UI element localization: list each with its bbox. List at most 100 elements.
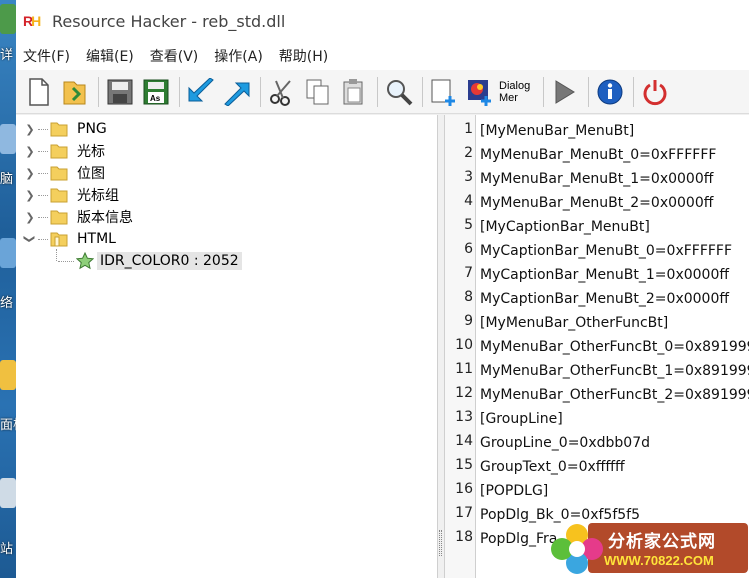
save-button[interactable]: [103, 75, 137, 109]
menu-file[interactable]: 文件(F): [22, 44, 71, 68]
title-bar[interactable]: RH Resource Hacker - reb_std.dll: [16, 0, 749, 42]
about-button[interactable]: [593, 75, 627, 109]
resource-tree[interactable]: ❯ PNG ❯ 光标 ❯ 位图 ❯ 光标组 ❯ 版本信息 ❯ HTML IDR_…: [16, 115, 438, 578]
tree-item-label: IDR_COLOR0 : 2052: [97, 252, 242, 270]
code-line[interactable]: GroupText_0=0xffffff: [480, 459, 625, 475]
scissors-icon: [270, 79, 291, 106]
chevron-down-icon[interactable]: ❯: [24, 233, 37, 245]
splitter-grip[interactable]: [439, 530, 442, 556]
folder-icon: [50, 188, 68, 203]
code-line[interactable]: MyMenuBar_MenuBt_1=0x0000ff: [480, 171, 713, 187]
code-line[interactable]: MyCaptionBar_MenuBt_2=0x0000ff: [480, 291, 729, 307]
code-line[interactable]: GroupLine_0=0xdbb07d: [480, 435, 650, 451]
line-number: 18: [455, 529, 473, 545]
folder-icon: [50, 122, 68, 137]
tree-connector: [38, 216, 48, 218]
add-blank-icon: [431, 79, 455, 106]
desktop-background: 详 脑 络 面板 站: [0, 0, 16, 578]
code-line[interactable]: MyMenuBar_MenuBt_2=0x0000ff: [480, 195, 713, 211]
tree-item-version-info[interactable]: ❯ 版本信息: [24, 206, 136, 228]
tree-item-bitmap[interactable]: ❯ 位图: [24, 162, 108, 184]
line-number: 8: [464, 289, 473, 305]
add-resource-button[interactable]: [427, 75, 461, 109]
dialog-label: Dialog: [499, 79, 531, 92]
find-button[interactable]: [382, 75, 416, 109]
new-file-button[interactable]: [22, 75, 56, 109]
compile-button[interactable]: [548, 75, 582, 109]
exit-button[interactable]: [638, 75, 672, 109]
tree-item-cursor[interactable]: ❯ 光标: [24, 140, 108, 162]
line-number: 9: [464, 313, 473, 329]
tree-item-png[interactable]: ❯ PNG: [24, 118, 110, 140]
cut-button[interactable]: [265, 75, 299, 109]
new-file-icon: [29, 77, 49, 106]
tree-item-label: 光标组: [77, 188, 119, 204]
code-line[interactable]: [MyCaptionBar_MenuBt]: [480, 219, 650, 235]
line-number: 16: [455, 481, 473, 497]
chevron-right-icon[interactable]: ❯: [24, 123, 36, 136]
code-line[interactable]: [POPDLG]: [480, 483, 548, 499]
desktop-computer-icon[interactable]: [0, 124, 16, 154]
desktop-label: 详: [0, 48, 14, 63]
save-as-button[interactable]: As: [139, 75, 173, 109]
desktop-control-panel-icon[interactable]: [0, 360, 16, 390]
save-icon: [107, 79, 133, 104]
menu-edit[interactable]: 编辑(E): [85, 44, 135, 68]
tree-item-cursor-group[interactable]: ❯ 光标组: [24, 184, 122, 206]
line-number: 3: [464, 169, 473, 185]
tree-item-html[interactable]: ❯ HTML: [24, 228, 119, 250]
chevron-right-icon[interactable]: ❯: [24, 145, 36, 158]
menu-action[interactable]: 操作(A): [213, 44, 264, 68]
desktop-recycle-bin-icon[interactable]: [0, 478, 16, 508]
code-line[interactable]: MyCaptionBar_MenuBt_0=0xFFFFFF: [480, 243, 732, 259]
tree-item-label: 位图: [77, 166, 105, 182]
dialog-menu-button[interactable]: Dialog Mer: [499, 75, 535, 109]
back-button[interactable]: [184, 75, 218, 109]
line-number: 10: [455, 337, 473, 353]
paste-button[interactable]: [337, 75, 371, 109]
chevron-right-icon[interactable]: ❯: [24, 211, 36, 224]
folder-open-icon: [50, 232, 68, 247]
toolbar-separator: [377, 76, 378, 107]
menu-label: Mer: [499, 91, 518, 104]
code-line[interactable]: MyMenuBar_MenuBt_0=0xFFFFFF: [480, 147, 716, 163]
code-editor[interactable]: 1 2 3 4 5 6 7 8 9 10 11 12 13 14 15 16 1…: [444, 115, 749, 578]
copy-button[interactable]: [301, 75, 335, 109]
power-icon: [643, 79, 667, 105]
toolbar-separator: [98, 76, 99, 107]
code-line[interactable]: [GroupLine]: [480, 411, 563, 427]
code-line[interactable]: MyMenuBar_OtherFuncBt_2=0x891999: [480, 387, 749, 403]
code-line[interactable]: MyCaptionBar_MenuBt_1=0x0000ff: [480, 267, 729, 283]
folder-icon: [50, 166, 68, 181]
info-icon: [597, 79, 623, 104]
tree-connector: [38, 238, 48, 240]
line-number-gutter: 1 2 3 4 5 6 7 8 9 10 11 12 13 14 15 16 1…: [445, 115, 476, 578]
toolbar-separator: [633, 76, 634, 107]
folder-icon: [50, 144, 68, 159]
code-line[interactable]: MyMenuBar_OtherFuncBt_1=0x891999: [480, 363, 749, 379]
toolbar-separator: [422, 76, 423, 107]
tree-connector: [38, 194, 48, 196]
chevron-right-icon[interactable]: ❯: [24, 189, 36, 202]
add-image-button[interactable]: [463, 75, 497, 109]
tree-connector: [38, 150, 48, 152]
window-title: Resource Hacker - reb_std.dll: [52, 11, 286, 31]
folder-icon: [50, 210, 68, 225]
code-line[interactable]: MyMenuBar_OtherFuncBt_0=0x891999: [480, 339, 749, 355]
code-line[interactable]: [MyMenuBar_MenuBt]: [480, 123, 634, 139]
watermark-url: WWW.70822.COM: [604, 553, 714, 568]
desktop-user-icon[interactable]: [0, 4, 16, 34]
code-line[interactable]: PopDlg_Fra: [480, 531, 557, 547]
chevron-right-icon[interactable]: ❯: [24, 167, 36, 180]
toolbar: As Dialog Mer: [16, 70, 749, 114]
tree-item-idr-color0[interactable]: IDR_COLOR0 : 2052: [56, 250, 242, 272]
desktop-network-icon[interactable]: [0, 238, 16, 268]
code-line[interactable]: [MyMenuBar_OtherFuncBt]: [480, 315, 668, 331]
toolbar-separator: [588, 76, 589, 107]
arrow-back-icon: [188, 77, 214, 101]
line-number: 15: [455, 457, 473, 473]
forward-button[interactable]: [220, 75, 254, 109]
menu-view[interactable]: 查看(V): [149, 44, 200, 68]
menu-help[interactable]: 帮助(H): [278, 44, 329, 68]
open-file-button[interactable]: [58, 75, 92, 109]
